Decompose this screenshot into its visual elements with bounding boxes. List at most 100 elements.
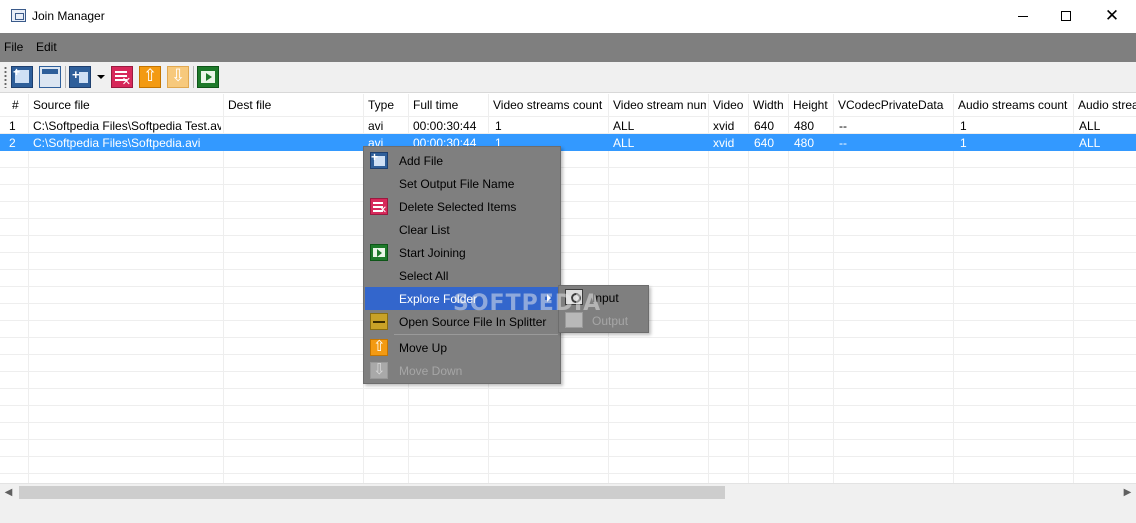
row-divider bbox=[0, 167, 1136, 168]
menu-item-label: Open Source File In Splitter bbox=[399, 315, 547, 329]
column-divider bbox=[788, 94, 789, 483]
menu-item-move-up[interactable]: Move Up bbox=[365, 336, 560, 359]
toolbar-grip[interactable] bbox=[4, 66, 7, 88]
cell-vcodec-private-data: -- bbox=[839, 119, 847, 133]
title-bar: Join Manager ✕ bbox=[0, 0, 1136, 33]
column-header-index[interactable]: # bbox=[12, 98, 26, 112]
cell-audio-stream: ALL bbox=[1079, 119, 1101, 133]
menu-item-label: Move Up bbox=[399, 341, 448, 355]
cell-video-stream-num: ALL bbox=[613, 136, 635, 150]
menu-item-clear-list[interactable]: Clear List bbox=[365, 218, 560, 241]
start-joining-icon bbox=[370, 244, 388, 261]
cell-video: xvid bbox=[713, 119, 735, 133]
table-row[interactable]: 2 C:\Softpedia Files\Softpedia.avi avi 0… bbox=[0, 134, 1136, 151]
close-icon: ✕ bbox=[1104, 5, 1120, 26]
toolbar bbox=[0, 62, 1136, 93]
delete-items-icon bbox=[370, 198, 388, 216]
row-divider bbox=[0, 371, 1136, 372]
menu-item-label: Clear List bbox=[399, 223, 450, 237]
app-icon bbox=[11, 9, 26, 22]
column-divider bbox=[708, 94, 709, 483]
menu-separator bbox=[394, 334, 558, 335]
scrollbar-thumb[interactable] bbox=[19, 486, 725, 499]
menu-item-set-output-file-name[interactable]: Set Output File Name bbox=[365, 172, 560, 195]
column-divider bbox=[748, 94, 749, 483]
column-header-video[interactable]: Video bbox=[713, 98, 746, 112]
start-joining-icon[interactable] bbox=[197, 66, 219, 88]
column-header-source-file[interactable]: Source file bbox=[33, 98, 221, 112]
delete-items-icon[interactable] bbox=[111, 66, 133, 88]
cell-type: avi bbox=[368, 119, 384, 133]
column-header-type[interactable]: Type bbox=[368, 98, 406, 112]
row-divider bbox=[0, 456, 1136, 457]
cell-video: xvid bbox=[713, 136, 735, 150]
toolbar-separator bbox=[65, 66, 66, 88]
row-divider bbox=[0, 235, 1136, 236]
cell-vcodec-private-data: -- bbox=[839, 136, 847, 150]
window-title: Join Manager bbox=[32, 9, 105, 23]
scroll-left-arrow-icon[interactable]: ◀ bbox=[0, 484, 17, 500]
menu-item-label: Delete Selected Items bbox=[399, 200, 517, 214]
row-divider bbox=[0, 252, 1136, 253]
menu-item-select-all[interactable]: Select All bbox=[365, 264, 560, 287]
move-up-icon[interactable] bbox=[139, 66, 161, 88]
status-bar bbox=[0, 500, 1136, 523]
column-header-audio-streams-count[interactable]: Audio streams count bbox=[958, 98, 1071, 112]
table-row[interactable]: 1 C:\Softpedia Files\Softpedia Test.avi … bbox=[0, 117, 1136, 134]
cell-audio-streams-count: 1 bbox=[960, 119, 967, 133]
move-down-icon bbox=[370, 360, 388, 379]
cell-audio-streams-count: 1 bbox=[960, 136, 967, 150]
minimize-button[interactable] bbox=[1000, 0, 1046, 32]
add-file-icon[interactable] bbox=[11, 65, 33, 88]
cell-width: 640 bbox=[754, 136, 775, 150]
minimize-icon bbox=[1018, 15, 1028, 17]
menu-item-label: Select All bbox=[399, 269, 449, 283]
menu-item-delete-selected-items[interactable]: Delete Selected Items bbox=[365, 195, 560, 218]
column-header-full-time[interactable]: Full time bbox=[413, 98, 486, 112]
row-divider bbox=[0, 473, 1136, 474]
column-header-height[interactable]: Height bbox=[793, 98, 831, 112]
menu-item-label: Move Down bbox=[399, 364, 463, 378]
menu-edit[interactable]: Edit bbox=[36, 40, 57, 54]
move-up-icon bbox=[370, 337, 388, 356]
column-header-width[interactable]: Width bbox=[753, 98, 786, 112]
cell-width: 640 bbox=[754, 119, 775, 133]
scroll-right-arrow-icon[interactable]: ▶ bbox=[1119, 484, 1136, 500]
menu-item-move-down: Move Down bbox=[365, 359, 560, 382]
cell-full-time: 00:00:30:44 bbox=[413, 119, 477, 133]
add-files-icon[interactable] bbox=[69, 66, 91, 88]
column-header-video-streams-count[interactable]: Video streams count bbox=[493, 98, 606, 112]
dropdown-arrow-icon[interactable] bbox=[96, 66, 106, 88]
menu-file[interactable]: File bbox=[4, 40, 23, 54]
cell-index: 2 bbox=[9, 136, 16, 150]
maximize-button[interactable] bbox=[1043, 0, 1089, 32]
watermark: SOFTPEDIA bbox=[453, 291, 602, 316]
menu-item-label: Set Output File Name bbox=[399, 177, 515, 191]
maximize-icon bbox=[1061, 11, 1071, 21]
column-divider bbox=[953, 94, 954, 483]
row-divider bbox=[0, 269, 1136, 270]
column-header-audio-stream[interactable]: Audio strea bbox=[1078, 98, 1136, 112]
menu-item-add-file[interactable]: Add File bbox=[365, 149, 560, 172]
column-divider bbox=[223, 94, 224, 483]
column-header-dest-file[interactable]: Dest file bbox=[228, 98, 361, 112]
row-divider bbox=[0, 218, 1136, 219]
column-header-video-stream-num[interactable]: Video stream num bbox=[613, 98, 706, 112]
cell-video-streams-count: 1 bbox=[495, 119, 502, 133]
toolbar-separator bbox=[193, 66, 194, 88]
set-output-name-icon[interactable] bbox=[39, 66, 61, 88]
close-button[interactable]: ✕ bbox=[1089, 0, 1135, 32]
menu-item-start-joining[interactable]: Start Joining bbox=[365, 241, 560, 264]
column-header-vcodec-private-data[interactable]: VCodecPrivateData bbox=[838, 98, 951, 112]
row-divider bbox=[0, 388, 1136, 389]
horizontal-scrollbar[interactable]: ◀ ▶ bbox=[0, 483, 1136, 500]
submenu-item-label: Output bbox=[592, 314, 629, 328]
join-manager-window: Join Manager ✕ File Edit + + ✕ ⇧ ⇩ # Sou… bbox=[0, 0, 1136, 523]
column-divider bbox=[833, 94, 834, 483]
row-divider bbox=[0, 422, 1136, 423]
move-down-icon[interactable] bbox=[167, 66, 189, 88]
row-divider bbox=[0, 337, 1136, 338]
column-divider bbox=[28, 94, 29, 483]
column-divider bbox=[1073, 94, 1074, 483]
menu-item-label: Add File bbox=[399, 154, 444, 168]
